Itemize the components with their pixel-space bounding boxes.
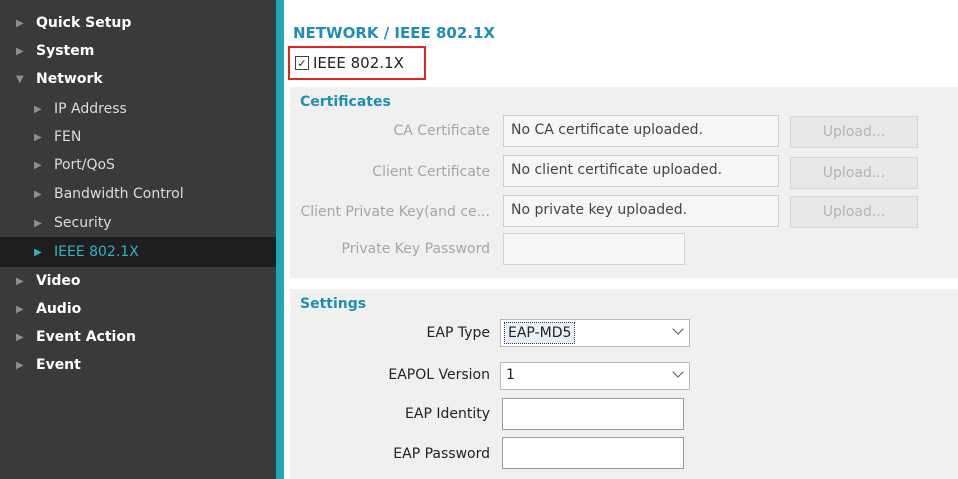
- eap-password-input[interactable]: [502, 437, 684, 469]
- settings-panel: Settings EAP Type EAP-MD5 EAPOL Version …: [290, 289, 958, 479]
- nav-quick-setup[interactable]: ▶ Quick Setup: [0, 9, 276, 37]
- ieee8021x-enable-checkbox[interactable]: ✓ IEEE 802.1X: [288, 46, 426, 80]
- expand-arrow-icon: ▶: [34, 217, 42, 229]
- checkbox-label: IEEE 802.1X: [313, 54, 404, 72]
- eapol-version-select[interactable]: 1: [500, 362, 690, 390]
- nav-network[interactable]: ▼ Network: [0, 65, 276, 93]
- nav-bandwidth-control[interactable]: ▶ Bandwidth Control: [0, 180, 276, 208]
- nav-fen[interactable]: ▶ FEN: [0, 123, 276, 151]
- nav-label: Event Action: [36, 329, 136, 345]
- ca-upload-button[interactable]: Upload...: [790, 116, 918, 148]
- expand-arrow-icon: ▶: [16, 331, 24, 343]
- nav-label: IP Address: [54, 101, 127, 117]
- nav-event[interactable]: ▶ Event: [0, 351, 276, 379]
- nav-label: Quick Setup: [36, 15, 132, 31]
- chevron-down-icon: [672, 323, 684, 335]
- certificates-panel: Certificates CA Certificate No CA certif…: [290, 87, 958, 278]
- client-certificate-label: Client Certificate: [372, 164, 490, 180]
- checkbox-checked-icon[interactable]: ✓: [295, 56, 309, 70]
- eap-identity-input[interactable]: [502, 398, 684, 430]
- nav-label: Bandwidth Control: [54, 186, 184, 202]
- nav-ip-address[interactable]: ▶ IP Address: [0, 95, 276, 123]
- eap-type-label: EAP Type: [426, 325, 490, 341]
- section-title: Settings: [300, 296, 367, 312]
- private-key-password-label: Private Key Password: [341, 241, 490, 257]
- eap-type-select[interactable]: EAP-MD5: [500, 319, 690, 347]
- expand-arrow-icon: ▶: [34, 131, 42, 143]
- nav-label: System: [36, 43, 95, 59]
- expand-arrow-icon: ▶: [16, 17, 24, 29]
- nav-port-qos[interactable]: ▶ Port/QoS: [0, 151, 276, 179]
- nav-ieee-8021x[interactable]: ▶ IEEE 802.1X: [0, 237, 276, 267]
- nav-system[interactable]: ▶ System: [0, 37, 276, 65]
- sidebar-accent-bar: [276, 0, 284, 479]
- private-key-label: Client Private Key(and ce...: [300, 204, 490, 220]
- nav-event-action[interactable]: ▶ Event Action: [0, 323, 276, 351]
- expand-arrow-icon: ▶: [34, 103, 42, 115]
- page-title: NETWORK / IEEE 802.1X: [293, 24, 495, 42]
- expand-arrow-icon: ▶: [16, 275, 24, 287]
- nav-label: Audio: [36, 301, 82, 317]
- ca-certificate-status: No CA certificate uploaded.: [503, 115, 779, 147]
- nav-security[interactable]: ▶ Security: [0, 209, 276, 237]
- nav-label: Security: [54, 215, 112, 231]
- eap-identity-label: EAP Identity: [405, 406, 490, 422]
- expand-arrow-icon: ▶: [34, 159, 42, 171]
- ca-certificate-label: CA Certificate: [393, 123, 490, 139]
- section-title: Certificates: [300, 94, 391, 110]
- nav-audio[interactable]: ▶ Audio: [0, 295, 276, 323]
- nav-video[interactable]: ▶ Video: [0, 267, 276, 295]
- expand-arrow-icon: ▶: [16, 45, 24, 57]
- private-key-status: No private key uploaded.: [503, 195, 779, 227]
- select-value: 1: [506, 367, 515, 383]
- nav-label: Video: [36, 273, 81, 289]
- expand-arrow-icon: ▶: [16, 359, 24, 371]
- chevron-down-icon: [672, 366, 684, 378]
- select-value: EAP-MD5: [503, 322, 576, 344]
- nav-label: FEN: [54, 129, 82, 145]
- nav-label: Network: [36, 71, 103, 87]
- expand-arrow-icon: ▶: [34, 188, 42, 200]
- private-key-password-field: [503, 233, 685, 265]
- private-key-upload-button[interactable]: Upload...: [790, 196, 918, 228]
- nav-label: IEEE 802.1X: [54, 244, 139, 260]
- collapse-arrow-icon: ▼: [16, 73, 24, 85]
- expand-arrow-icon: ▶: [16, 303, 24, 315]
- eapol-version-label: EAPOL Version: [388, 367, 490, 383]
- nav-label: Port/QoS: [54, 157, 115, 173]
- client-certificate-status: No client certificate uploaded.: [503, 155, 779, 187]
- nav-label: Event: [36, 357, 81, 373]
- expand-arrow-icon: ▶: [34, 246, 42, 258]
- sidebar: ▶ Quick Setup ▶ System ▼ Network ▶ IP Ad…: [0, 0, 276, 479]
- client-upload-button[interactable]: Upload...: [790, 157, 918, 189]
- eap-password-label: EAP Password: [393, 446, 490, 462]
